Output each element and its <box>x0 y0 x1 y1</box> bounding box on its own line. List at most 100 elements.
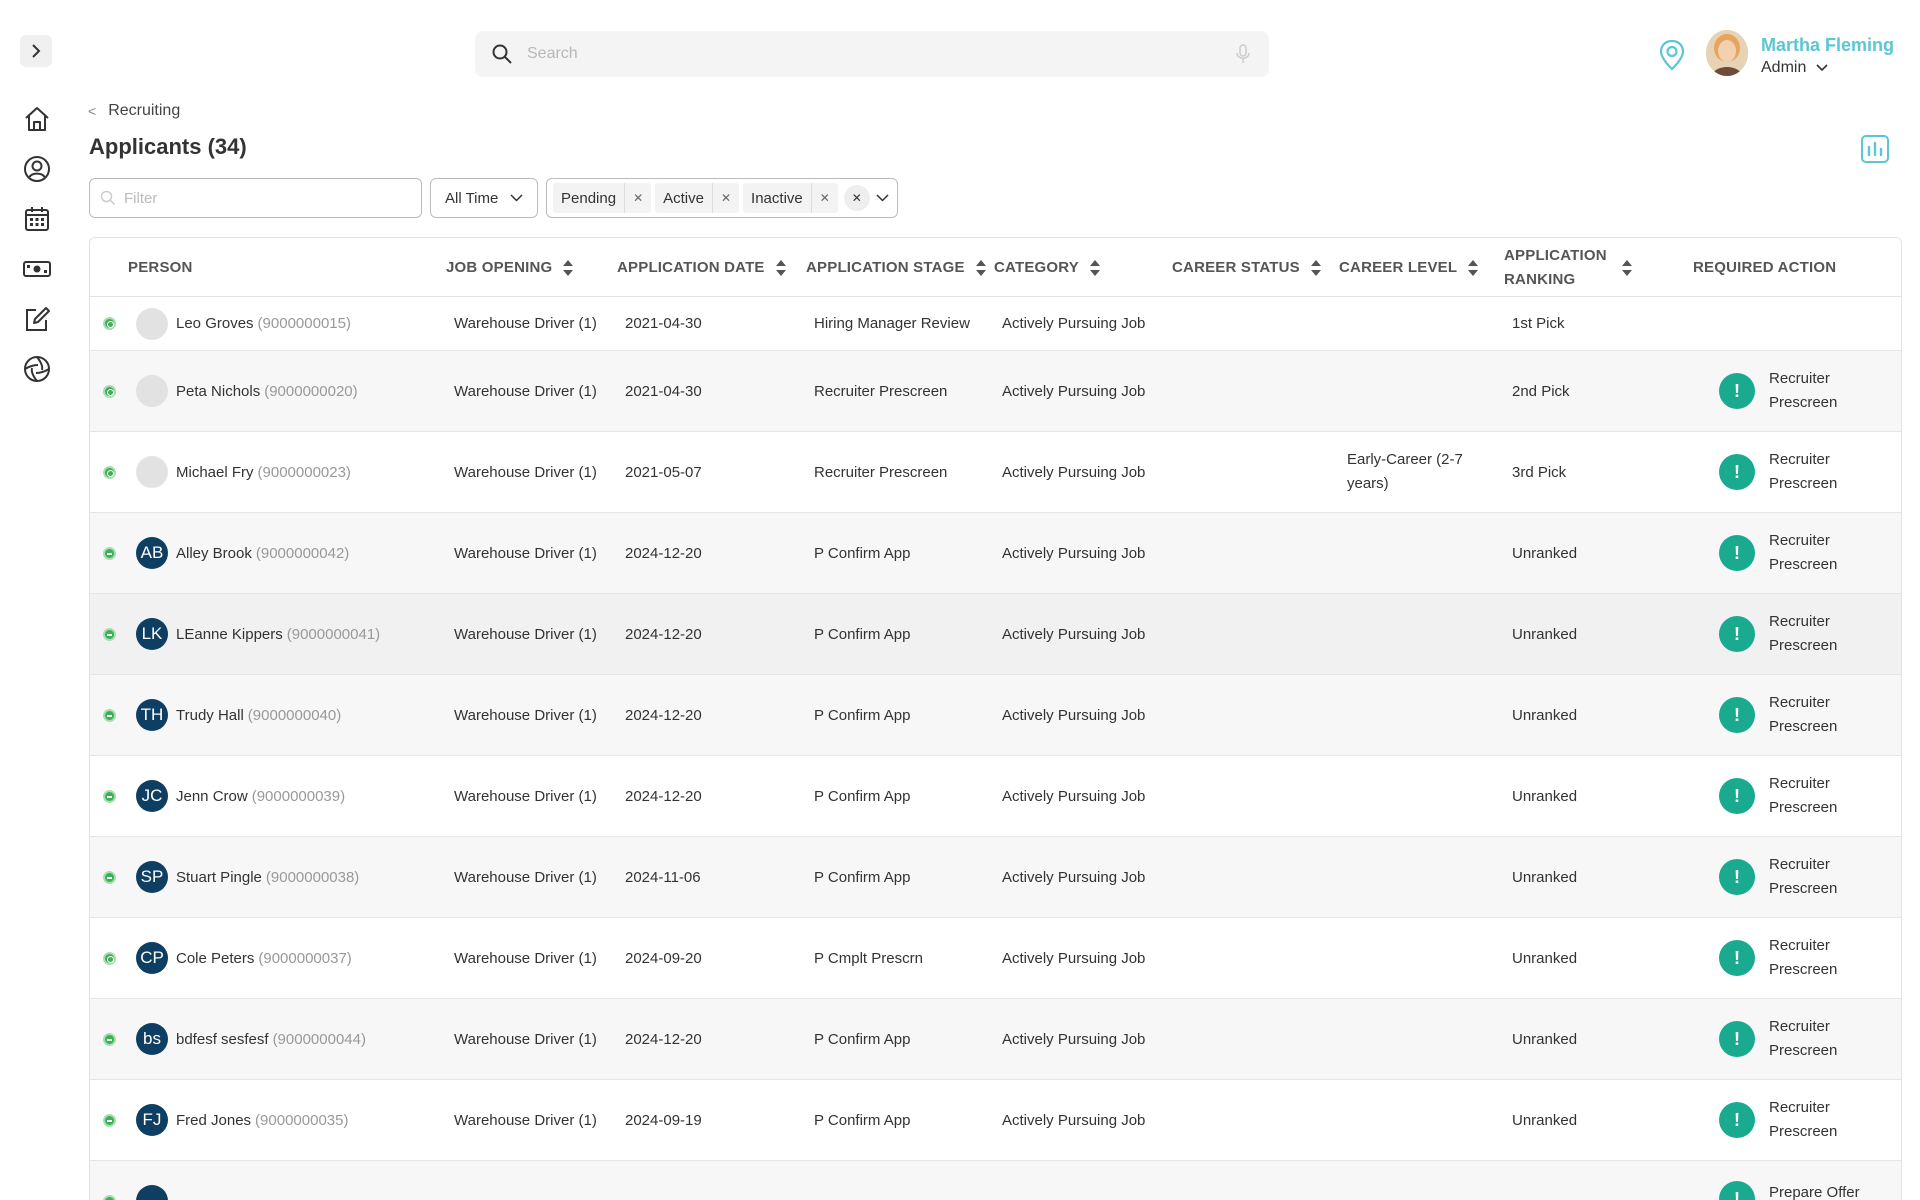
person-name[interactable]: Fred Jones <box>176 1112 251 1129</box>
page-title: Applicants (34) <box>89 134 247 159</box>
nav-home[interactable] <box>21 103 53 135</box>
table-row[interactable]: SP Stuart Pingle (9000000038) Warehouse Dr… <box>90 837 1901 918</box>
remove-tag-icon[interactable]: ✕ <box>711 183 739 213</box>
application-stage-cell: P Confirm App <box>814 706 911 724</box>
person-name[interactable]: Leo Groves <box>176 315 254 332</box>
person-name[interactable]: Stuart Pingle <box>176 869 262 886</box>
job-opening-cell: Warehouse Driver (1) <box>454 868 597 886</box>
person-id: (9000000037) <box>258 949 352 967</box>
required-action-cell[interactable]: ! Recruiter Prescreen <box>1719 999 1889 1079</box>
table-row[interactable]: Leo Groves (9000000015) Warehouse Driver … <box>90 297 1901 351</box>
nav-calendar[interactable] <box>21 203 53 235</box>
clear-all-icon[interactable]: ✕ <box>843 185 870 211</box>
user-circle-icon <box>24 156 50 182</box>
job-opening-cell: Warehouse Driver (1) <box>454 463 597 481</box>
required-action-cell[interactable]: ! Recruiter Prescreen <box>1719 594 1889 674</box>
person-name[interactable]: Trudy Hall <box>176 707 244 724</box>
filter-input[interactable] <box>124 189 411 207</box>
chevron-down-icon[interactable] <box>876 194 889 202</box>
time-range-select[interactable]: All Time <box>430 178 538 218</box>
application-date-cell: 2021-04-30 <box>625 382 702 400</box>
remove-tag-icon[interactable]: ✕ <box>810 183 838 213</box>
search-input[interactable] <box>527 45 1233 63</box>
table-header: PERSON JOB OPENING APPLICATION DATE APPL… <box>90 238 1901 297</box>
alert-icon: ! <box>1719 616 1755 652</box>
required-action-cell[interactable]: ! Prepare Offer <box>1719 1161 1889 1200</box>
category-cell: Actively Pursuing Job <box>1002 1111 1146 1129</box>
location-pin-icon[interactable] <box>1657 38 1687 72</box>
ranking-cell: Unranked <box>1512 1111 1578 1129</box>
user-name[interactable]: Martha Fleming <box>1761 35 1894 56</box>
required-action-cell[interactable]: ! Recruiter Prescreen <box>1719 918 1889 998</box>
remove-tag-icon[interactable]: ✕ <box>624 183 651 213</box>
person-name[interactable]: bdfesf sesfesf <box>176 1031 269 1048</box>
required-action-cell[interactable]: ! Recruiter Prescreen <box>1719 432 1889 512</box>
user-role-dropdown[interactable]: Admin <box>1761 59 1828 77</box>
column-required-action[interactable]: REQUIRED ACTION <box>1693 238 1836 297</box>
column-career-level[interactable]: CAREER LEVEL <box>1339 238 1479 297</box>
application-date-cell: 2024-09-20 <box>625 949 702 967</box>
application-stage-cell: P Confirm App <box>814 625 911 643</box>
required-action-cell[interactable]: ! Recruiter Prescreen <box>1719 351 1889 431</box>
nav-payroll[interactable] <box>21 253 53 285</box>
table-row[interactable]: LK LEanne Kippers (9000000041) Warehouse D… <box>90 594 1901 675</box>
column-category[interactable]: CATEGORY <box>994 238 1101 297</box>
required-action-cell[interactable]: ! Recruiter Prescreen <box>1719 513 1889 593</box>
person-cell: SP Stuart Pingle (9000000038) <box>136 837 359 917</box>
left-rail <box>0 0 74 1200</box>
column-label-line-1: APPLICATION <box>1504 246 1607 264</box>
career-level-cell: Early-Career (2-7 years) <box>1347 451 1463 492</box>
column-application-stage[interactable]: APPLICATION STAGE <box>806 238 987 297</box>
column-label: APPLICATION STAGE <box>806 259 965 276</box>
calendar-icon <box>25 207 49 231</box>
user-avatar[interactable] <box>1706 30 1748 76</box>
column-application-ranking[interactable]: APPLICATION RANKING <box>1504 238 1633 297</box>
person-name[interactable]: Cole Peters <box>176 950 254 967</box>
sort-icon <box>1621 259 1633 277</box>
required-action-label: Recruiter Prescreen <box>1769 775 1838 816</box>
required-action-cell[interactable]: ! Recruiter Prescreen <box>1719 1080 1889 1160</box>
nav-people[interactable] <box>21 153 53 185</box>
person-name[interactable]: Michael Fry <box>176 464 254 481</box>
column-application-date[interactable]: APPLICATION DATE <box>617 238 787 297</box>
person-name[interactable]: LEanne Kippers <box>176 626 283 643</box>
breadcrumb-back[interactable]: < Recruiting <box>88 102 180 120</box>
table-row[interactable]: Michael Fry (9000000023) Warehouse Driver… <box>90 432 1901 513</box>
nav-integrations[interactable] <box>21 353 53 385</box>
table-row[interactable]: FJ Fred Jones (9000000035) Warehouse Drive… <box>90 1080 1901 1161</box>
column-job-opening[interactable]: JOB OPENING <box>446 238 574 297</box>
person-cell: FJ Fred Jones (9000000035) <box>136 1080 348 1160</box>
career-level-cell <box>1347 837 1477 917</box>
required-action-cell[interactable]: ! Recruiter Prescreen <box>1719 837 1889 917</box>
required-action-cell[interactable]: ! Recruiter Prescreen <box>1719 675 1889 755</box>
status-indicator <box>103 790 116 803</box>
required-action-cell[interactable]: ! Recruiter Prescreen <box>1719 756 1889 836</box>
avatar <box>136 307 168 340</box>
expand-sidebar-button[interactable] <box>20 35 52 67</box>
analytics-chart-icon[interactable] <box>1860 134 1890 164</box>
alert-icon: ! <box>1719 778 1755 814</box>
avatar: FJ <box>136 1104 168 1136</box>
table-row[interactable]: ! Prepare Offer <box>90 1161 1901 1200</box>
table-row[interactable]: bs bdfesf sesfesf (9000000044) Warehouse D… <box>90 999 1901 1080</box>
person-name[interactable]: Jenn Crow <box>176 788 248 805</box>
status-multiselect[interactable]: Pending ✕ Active ✕ Inactive ✕ ✕ <box>546 178 898 218</box>
table-row[interactable]: AB Alley Brook (9000000042) Warehouse Driv… <box>90 513 1901 594</box>
column-person[interactable]: PERSON <box>128 238 193 297</box>
alert-icon: ! <box>1719 1181 1755 1200</box>
table-row[interactable]: TH Trudy Hall (9000000040) Warehouse Drive… <box>90 675 1901 756</box>
microphone-icon[interactable] <box>1233 43 1253 65</box>
nav-edit[interactable] <box>21 303 53 335</box>
column-career-status[interactable]: CAREER STATUS <box>1172 238 1322 297</box>
category-cell: Actively Pursuing Job <box>1002 868 1146 886</box>
table-row[interactable]: JC Jenn Crow (9000000039) Warehouse Driver… <box>90 756 1901 837</box>
table-row[interactable]: Peta Nichols (9000000020) Warehouse Drive… <box>90 351 1901 432</box>
required-action-label: Recruiter Prescreen <box>1769 613 1838 654</box>
career-level-cell <box>1347 351 1477 431</box>
career-level-cell <box>1347 1080 1477 1160</box>
person-name[interactable]: Alley Brook <box>176 545 252 562</box>
person-name[interactable]: Peta Nichols <box>176 383 260 400</box>
table-row[interactable]: CP Cole Peters (9000000037) Warehouse Driv… <box>90 918 1901 999</box>
application-stage-cell: P Confirm App <box>814 787 911 805</box>
application-stage-cell: P Confirm App <box>814 1030 911 1048</box>
